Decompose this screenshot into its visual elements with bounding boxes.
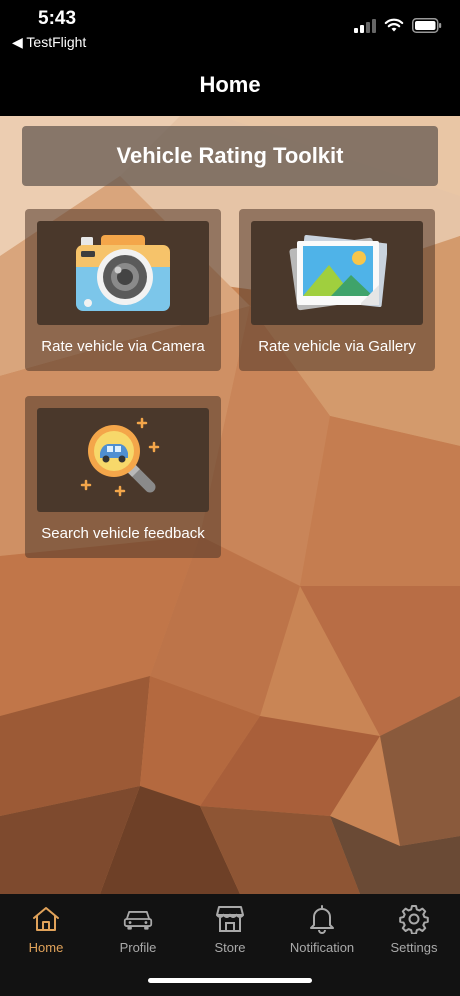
tab-label: Store	[214, 940, 246, 955]
tab-home[interactable]: Home	[0, 904, 92, 964]
home-icon	[33, 907, 59, 931]
tab-store[interactable]: Store	[184, 904, 276, 964]
bell-icon	[310, 905, 334, 934]
tab-label: Notification	[289, 940, 355, 955]
page-title: Home	[199, 72, 261, 97]
store-icon	[216, 906, 244, 932]
battery-icon	[412, 18, 442, 33]
status-icons	[354, 18, 442, 33]
status-time: 5:43	[38, 8, 77, 29]
status-bar: 5:43 ◀ TestFlight	[0, 0, 460, 56]
main-content: Vehicle Rating Toolkit Rate vehicle via …	[0, 116, 460, 894]
toolkit-title: Vehicle Rating Toolkit	[116, 143, 344, 168]
wifi-icon	[384, 18, 404, 32]
tile-label: Rate vehicle via Gallery	[258, 338, 416, 355]
tab-settings[interactable]: Settings	[368, 904, 460, 964]
search-car-icon	[80, 417, 160, 497]
tile-label: Rate vehicle via Camera	[41, 338, 205, 355]
tab-bar: Home Profile Store Notification Settings	[0, 894, 460, 996]
tile-icon-container	[37, 221, 209, 325]
gear-icon	[399, 905, 429, 934]
gallery-icon	[289, 234, 387, 311]
tile-label: Search vehicle feedback	[41, 525, 205, 542]
search-vehicle-feedback-tile[interactable]: Search vehicle feedback	[25, 396, 221, 558]
tab-label: Profile	[119, 940, 157, 955]
tile-icon-container	[37, 408, 209, 512]
cellular-signal-icon	[354, 18, 376, 33]
navigation-bar: Home	[0, 56, 460, 116]
back-to-testflight-link[interactable]: ◀ TestFlight	[12, 34, 86, 51]
rate-via-camera-tile[interactable]: Rate vehicle via Camera	[25, 209, 221, 371]
camera-icon	[76, 235, 170, 311]
tab-label: Settings	[390, 940, 438, 955]
tab-label: Home	[28, 940, 64, 955]
rate-via-gallery-tile[interactable]: Rate vehicle via Gallery	[239, 209, 435, 371]
toolkit-header: Vehicle Rating Toolkit	[22, 126, 438, 186]
tab-notification[interactable]: Notification	[276, 904, 368, 964]
tile-icon-container	[251, 221, 423, 325]
car-icon	[123, 911, 153, 930]
home-indicator[interactable]	[148, 978, 312, 983]
tab-profile[interactable]: Profile	[92, 904, 184, 964]
